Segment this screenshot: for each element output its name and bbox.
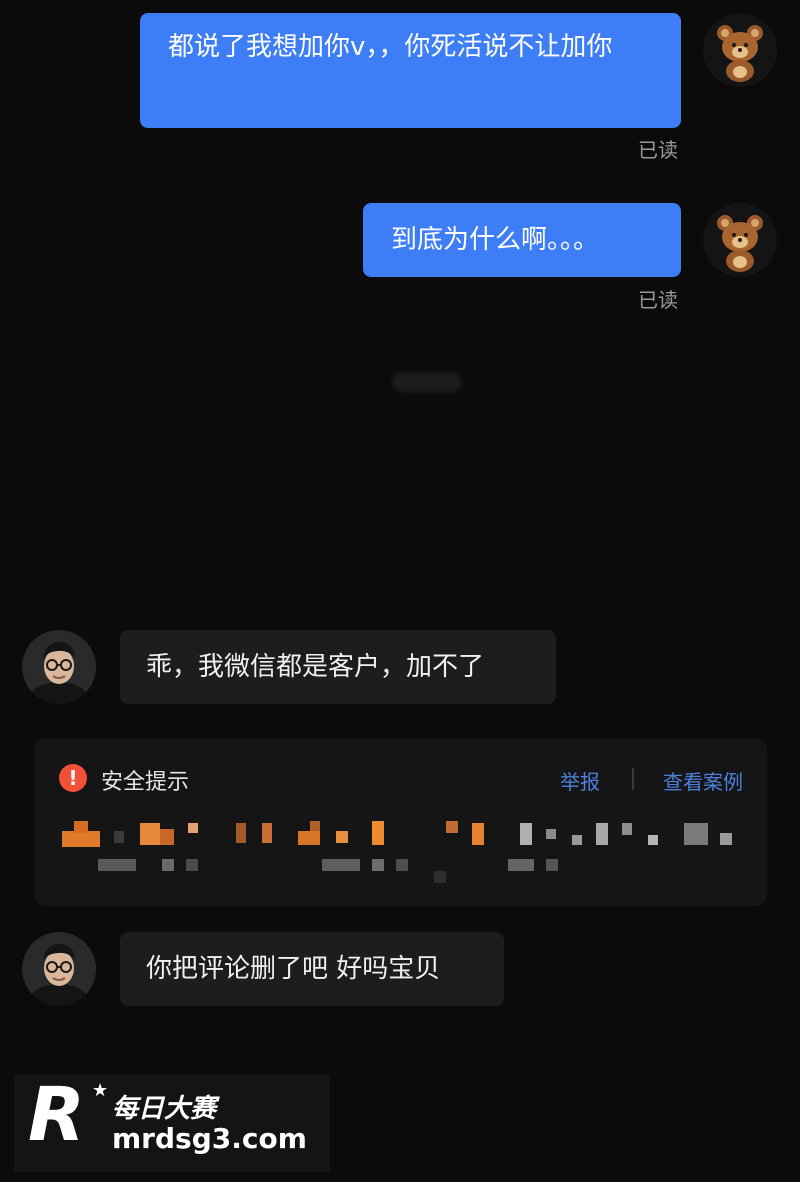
- watermark-url: mrdsg3.com: [112, 1122, 307, 1155]
- contact-avatar[interactable]: [22, 932, 96, 1006]
- star-icon: ★: [92, 1080, 109, 1101]
- message-text: 你把评论删了吧 好吗宝贝: [146, 954, 441, 984]
- man-avatar-icon: [22, 932, 96, 1006]
- watermark-logo-letter: R: [28, 1072, 85, 1158]
- redacted-safety-text: [0, 0, 800, 900]
- watermark-brand: 每日大赛: [112, 1094, 217, 1124]
- received-message-bubble[interactable]: 你把评论删了吧 好吗宝贝: [120, 932, 504, 1006]
